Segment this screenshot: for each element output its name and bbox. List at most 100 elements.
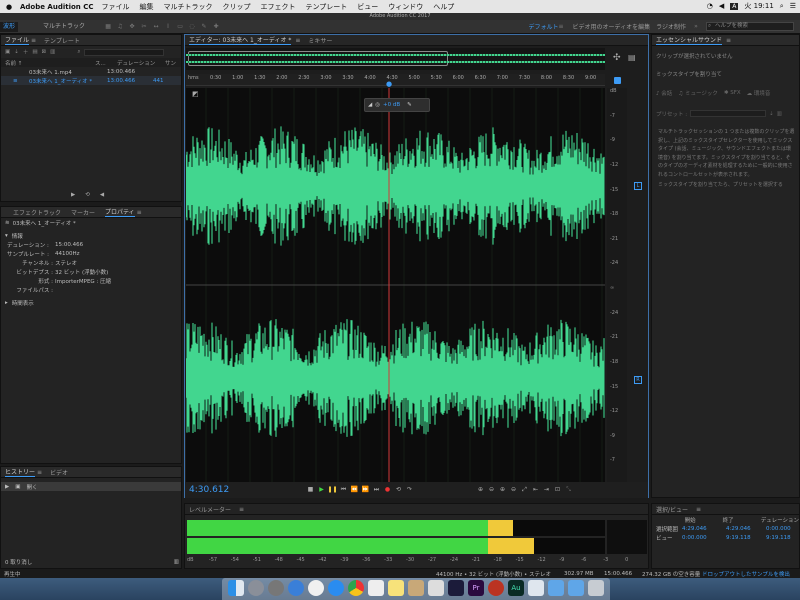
status-hint[interactable]: ドロップアウトしたサンプルを検出 bbox=[702, 570, 790, 578]
preview-icon[interactable] bbox=[408, 580, 424, 596]
collapse-icon[interactable]: ◩ bbox=[192, 90, 199, 98]
tab-mixer[interactable]: ミキサー bbox=[308, 36, 332, 45]
zoom-out-amplitude-icon[interactable]: ⊖ bbox=[486, 485, 497, 495]
quicktime-icon[interactable] bbox=[528, 580, 544, 596]
photo-booth-icon[interactable] bbox=[488, 580, 504, 596]
selection-end-field[interactable]: 4:29.046 bbox=[726, 526, 766, 532]
channel-left-toggle[interactable]: L bbox=[634, 182, 642, 190]
lasso-tool-icon[interactable]: ◌ bbox=[188, 23, 196, 31]
waveform-mode-button[interactable]: 波形 bbox=[0, 21, 19, 32]
safari-icon[interactable] bbox=[288, 580, 304, 596]
downloads-folder-icon[interactable] bbox=[548, 580, 564, 596]
app-menu[interactable]: Adobe Audition CC bbox=[20, 3, 94, 11]
menu-clip[interactable]: クリップ bbox=[223, 2, 251, 12]
zoom-custom-icon[interactable]: ⤡ bbox=[563, 485, 574, 495]
music-type-button[interactable]: ♫ ミュージック bbox=[678, 89, 718, 97]
premiere-icon[interactable]: Pr bbox=[468, 580, 484, 596]
panel-menu-icon[interactable]: ≡ bbox=[696, 506, 701, 513]
waveform-display[interactable]: ◢ ◎ +0 dB ✎ ◩ bbox=[185, 88, 605, 482]
wifi-icon[interactable]: ◔ bbox=[707, 2, 713, 10]
import-icon[interactable]: ⇣ bbox=[14, 49, 19, 55]
playhead-marker-icon[interactable]: ● bbox=[386, 80, 392, 88]
col-status[interactable]: ス... bbox=[95, 59, 117, 67]
preview-loop-icon[interactable]: ⟲ bbox=[85, 192, 90, 198]
preview-volume-icon[interactable]: ◀ bbox=[100, 192, 104, 198]
rewind-button[interactable]: ⏪ bbox=[349, 485, 360, 495]
zoom-in-amplitude-icon[interactable]: ⊕ bbox=[475, 485, 486, 495]
move-tool-icon[interactable]: ✥ bbox=[128, 23, 136, 31]
menu-view[interactable]: ビュー bbox=[357, 2, 378, 12]
tab-video[interactable]: ビデオ bbox=[50, 468, 68, 477]
preset-dropdown[interactable] bbox=[690, 110, 767, 117]
pin-icon[interactable]: ✎ bbox=[407, 102, 412, 108]
record-button[interactable]: ● bbox=[382, 485, 393, 495]
view-start-field[interactable]: 0:00.000 bbox=[682, 535, 726, 541]
itunes-icon[interactable] bbox=[308, 580, 324, 596]
tab-markers[interactable]: マーカー bbox=[71, 208, 95, 217]
input-source-badge[interactable]: A bbox=[730, 2, 739, 10]
notes-icon[interactable] bbox=[388, 580, 404, 596]
spotlight-icon[interactable]: ⌕ bbox=[780, 2, 784, 11]
col-name[interactable]: 名前 ↑ bbox=[5, 59, 95, 67]
selection-start-field[interactable]: 4:29.046 bbox=[682, 526, 726, 532]
ruler-zoom-icon[interactable] bbox=[614, 77, 621, 84]
menu-edit[interactable]: 編集 bbox=[140, 2, 154, 12]
panel-menu-icon[interactable]: ≡ bbox=[137, 209, 142, 216]
panel-menu-icon[interactable]: ≡ bbox=[726, 37, 731, 44]
zoom-out-full-icon[interactable]: ⤢ bbox=[519, 485, 530, 495]
view-end-field[interactable]: 9:19.118 bbox=[726, 535, 766, 541]
textedit-icon[interactable] bbox=[368, 580, 384, 596]
spectral-icon[interactable]: ▦ bbox=[104, 23, 112, 31]
app-store-icon[interactable] bbox=[328, 580, 344, 596]
chrome-icon[interactable] bbox=[348, 580, 364, 596]
time-ruler[interactable]: hms 0:30 1:00 1:30 2:00 2:30 3:00 3:30 4:00 4:30 5… bbox=[186, 74, 605, 86]
help-search-input[interactable]: ⌕ ヘルプを検索 bbox=[706, 22, 794, 31]
file-row[interactable]: 03未来へ 1.mp4 13:00.466 bbox=[1, 67, 181, 76]
zoom-out-time-icon[interactable]: ⊖ bbox=[508, 485, 519, 495]
new-file-icon[interactable]: ＋ bbox=[23, 48, 29, 56]
menu-effects[interactable]: エフェクト bbox=[261, 2, 296, 12]
multitrack-mode-button[interactable]: マルチトラック bbox=[40, 22, 88, 32]
stop-button[interactable]: ■ bbox=[305, 485, 316, 495]
workspace-default[interactable]: デフォルト bbox=[529, 22, 559, 31]
tab-files[interactable]: ファイル bbox=[5, 35, 30, 45]
time-selection-tool-icon[interactable]: I bbox=[164, 23, 172, 31]
tab-effects-rack[interactable]: エフェクトラック bbox=[13, 208, 61, 217]
razor-tool-icon[interactable]: ✂ bbox=[140, 23, 148, 31]
workspace-video-audio[interactable]: ビデオ用のオーディオを編集 bbox=[573, 22, 651, 31]
menu-help[interactable]: ヘルプ bbox=[433, 2, 454, 12]
launchpad-icon[interactable] bbox=[248, 580, 264, 596]
time-section-header[interactable]: ▸ 時間表示 bbox=[1, 298, 181, 307]
brush-tool-icon[interactable]: ✎ bbox=[200, 23, 208, 31]
system-prefs-icon[interactable] bbox=[268, 580, 284, 596]
panel-menu-icon[interactable]: ≡ bbox=[37, 469, 42, 476]
panel-menu-icon[interactable]: ≡ bbox=[295, 37, 300, 44]
menu-multitrack[interactable]: マルチトラック bbox=[164, 2, 213, 12]
preview-play-icon[interactable]: ▶ bbox=[71, 192, 75, 198]
menu-templates[interactable]: テンプレート bbox=[306, 2, 348, 12]
col-sample[interactable]: サン bbox=[165, 59, 176, 67]
tab-essential-sound[interactable]: エッセンシャルサウンド bbox=[656, 35, 723, 45]
workspace-radio[interactable]: ラジオ制作 bbox=[656, 22, 686, 31]
selection-view-title[interactable]: 選択/ビュー bbox=[656, 505, 688, 514]
zoom-selection-icon[interactable]: ⊡ bbox=[552, 485, 563, 495]
notification-center-icon[interactable]: ☰ bbox=[790, 2, 796, 10]
apple-menu-icon[interactable]: ● bbox=[4, 3, 14, 11]
sfx-type-button[interactable]: ✱ SFX bbox=[724, 90, 741, 96]
pitch-icon[interactable]: ♫ bbox=[116, 23, 124, 31]
files-search-icon[interactable]: ⌕ bbox=[77, 49, 80, 56]
go-to-start-button[interactable]: ⏮ bbox=[338, 485, 349, 495]
zoom-in-right-icon[interactable]: ⇥ bbox=[541, 485, 552, 495]
trash-icon[interactable] bbox=[588, 580, 604, 596]
channel-right-toggle[interactable]: R bbox=[634, 376, 642, 384]
panel-menu-icon[interactable]: ≡ bbox=[239, 506, 244, 513]
marquee-tool-icon[interactable]: ▭ bbox=[176, 23, 184, 31]
loop-button[interactable]: ⟲ bbox=[393, 485, 404, 495]
menu-window[interactable]: ウィンドウ bbox=[388, 2, 423, 12]
view-duration-field[interactable]: 9:19.118 bbox=[766, 535, 791, 541]
photos-icon[interactable] bbox=[428, 580, 444, 596]
overview-zoom-icon[interactable]: ✣ bbox=[613, 53, 621, 63]
files-search-input[interactable] bbox=[84, 48, 165, 56]
gain-knob-icon[interactable]: ◎ bbox=[375, 102, 380, 108]
info-section-header[interactable]: ▾ 情報 bbox=[1, 231, 181, 240]
